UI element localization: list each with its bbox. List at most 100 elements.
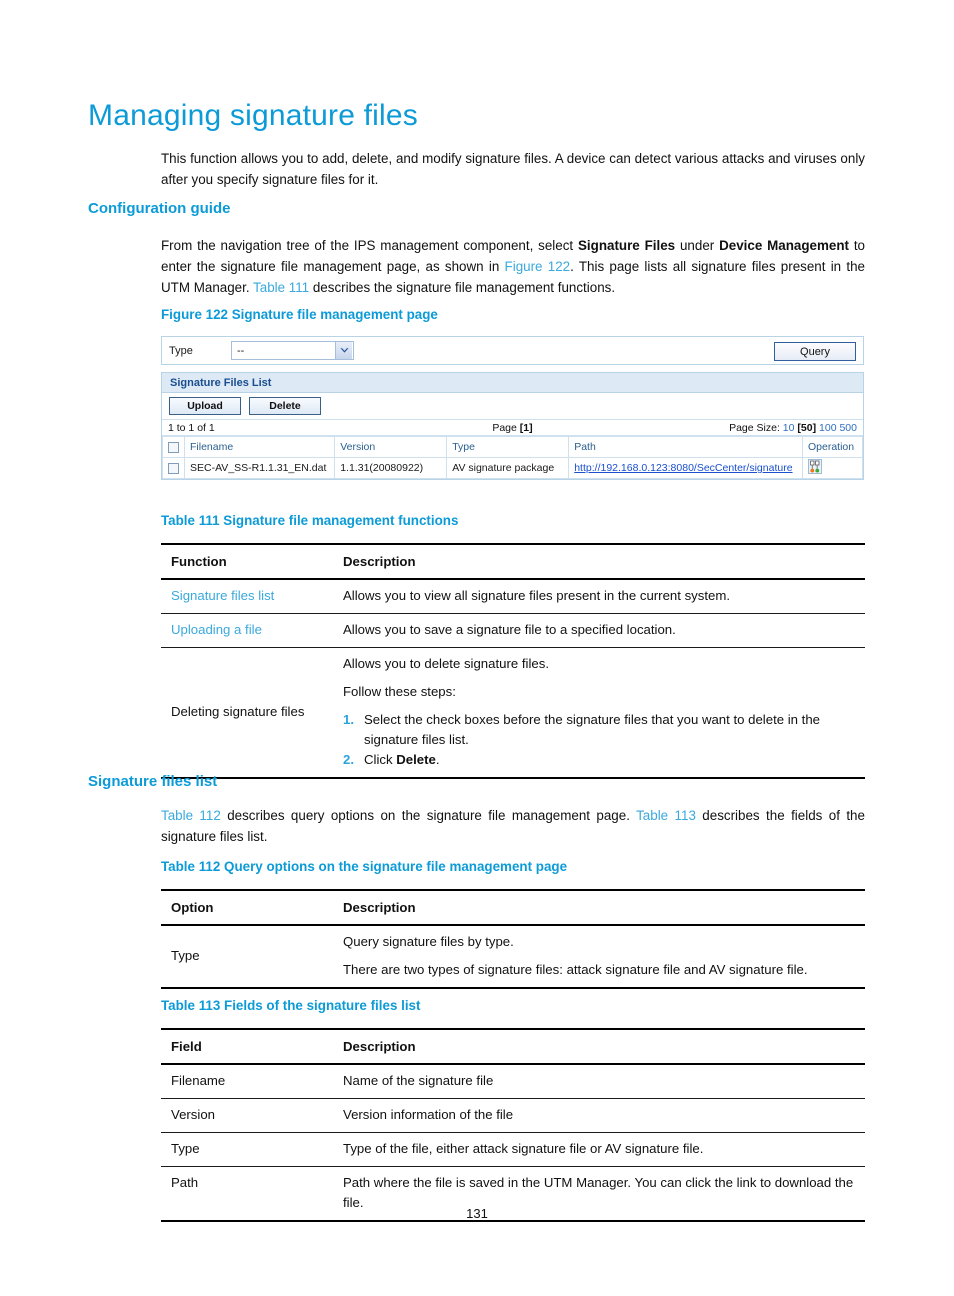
cell-description: Allows you to save a signature file to a… — [333, 613, 865, 648]
cell-function: Deleting signature files — [161, 647, 333, 779]
cross-ref-table-112[interactable]: Table 112 — [161, 808, 221, 823]
delete-steps-list: 1. Select the check boxes before the sig… — [343, 710, 861, 770]
cell-field: Version — [161, 1098, 333, 1133]
table-111-caption: Table 111 Signature file management func… — [161, 513, 459, 528]
page-size-100[interactable]: 100 — [819, 422, 837, 434]
step-number: 1. — [343, 712, 354, 727]
table-113-header-field: Field — [161, 1028, 333, 1065]
table-112-header-description: Description — [333, 889, 865, 926]
par-text: From the navigation tree of the IPS mana… — [161, 238, 578, 253]
pagination-bar: 1 to 1 of 1 Page [1] Page Size: 10 [50] … — [162, 419, 863, 436]
par-text: under — [675, 238, 720, 253]
option-desc-line2: There are two types of signature files: … — [343, 962, 808, 977]
cell-type: AV signature package — [446, 457, 570, 479]
query-button[interactable]: Query — [774, 342, 856, 361]
page-current[interactable]: [1] — [520, 422, 533, 434]
chevron-down-icon[interactable] — [335, 342, 352, 359]
table-113-caption: Table 113 Fields of the signature files … — [161, 998, 421, 1013]
step-text-after: . — [435, 752, 440, 767]
column-header-operation: Operation — [802, 436, 863, 458]
cell-description: Version information of the file — [333, 1098, 865, 1133]
cell-description: Name of the signature file — [333, 1064, 865, 1099]
table-111-header-row: Function Description — [161, 543, 865, 580]
section-heading-configuration-guide: Configuration guide — [88, 200, 231, 217]
select-all-header[interactable] — [162, 436, 185, 458]
table-row: Version Version information of the file — [161, 1098, 865, 1133]
par-text: describes query options on the signature… — [220, 808, 637, 823]
cell-description: Type of the file, either attack signatur… — [333, 1132, 865, 1167]
link-signature-files-list[interactable]: Signature files list — [171, 588, 274, 603]
signature-files-table: Filename Version Type Path Operation SEC… — [162, 436, 863, 479]
page-size-50-value: 50 — [800, 421, 813, 434]
type-select-value: -- — [237, 344, 245, 357]
step-item: 2. Click Delete. — [343, 750, 861, 770]
select-all-checkbox[interactable] — [168, 441, 179, 453]
page-size-50-current[interactable]: [50] — [797, 422, 816, 434]
upload-button[interactable]: Upload — [169, 397, 241, 415]
table-row: Filename Name of the signature file — [161, 1064, 865, 1099]
table-row: Type Type of the file, either attack sig… — [161, 1132, 865, 1167]
delete-button[interactable]: Delete — [249, 397, 321, 415]
cell-version: 1.1.31(20080922) — [334, 457, 448, 479]
option-desc-line1: Query signature files by type. — [343, 934, 514, 949]
bold-device-management: Device Management — [719, 238, 849, 253]
table-111: Function Description Signature files lis… — [161, 543, 865, 779]
document-page: Managing signature files This function a… — [0, 0, 954, 1296]
column-header-path[interactable]: Path — [568, 436, 803, 458]
table-112-caption: Table 112 Query options on the signature… — [161, 859, 568, 874]
table-113-header-description: Description — [333, 1028, 865, 1065]
table-row: Type Query signature files by type. Ther… — [161, 925, 865, 989]
table-row: Uploading a file Allows you to save a si… — [161, 613, 865, 648]
path-download-link[interactable]: http://192.168.0.123:8080/SecCenter/sign… — [574, 462, 792, 474]
step-text: Click Delete. — [364, 750, 440, 770]
row-checkbox[interactable] — [168, 462, 179, 474]
cell-field: Filename — [161, 1064, 333, 1099]
table-header-row: Filename Version Type Path Operation — [162, 436, 863, 458]
panel-title: Signature Files List — [162, 373, 863, 393]
configuration-guide-paragraph: From the navigation tree of the IPS mana… — [161, 235, 865, 298]
cross-ref-table-113[interactable]: Table 113 — [636, 808, 696, 823]
panel-toolbar: Upload Delete — [162, 393, 863, 419]
cell-description: Query signature files by type. There are… — [333, 925, 865, 989]
cross-ref-table-111[interactable]: Table 111 — [253, 280, 309, 295]
delete-desc-line2: Follow these steps: — [343, 684, 456, 699]
step-bold-delete: Delete — [396, 752, 436, 767]
page-size-500[interactable]: 500 — [839, 422, 857, 434]
intro-paragraph: This function allows you to add, delete,… — [161, 151, 865, 187]
section-heading-signature-files-list: Signature files list — [88, 773, 218, 790]
signature-files-list-panel: Signature Files List Upload Delete 1 to … — [161, 372, 864, 480]
column-header-type[interactable]: Type — [446, 436, 570, 458]
step-number: 2. — [343, 752, 354, 767]
page-size-10[interactable]: 10 — [783, 422, 795, 434]
cell-field: Type — [161, 1132, 333, 1167]
cross-ref-figure-122[interactable]: Figure 122 — [505, 259, 571, 274]
type-select[interactable]: -- — [231, 341, 354, 360]
cell-function: Signature files list — [161, 579, 333, 614]
par-text: describes the signature file management … — [309, 280, 616, 295]
table-113: Field Description Filename Name of the s… — [161, 1028, 865, 1222]
page-title: Managing signature files — [88, 99, 418, 132]
table-113-header-row: Field Description — [161, 1028, 865, 1065]
cell-description: Allows you to delete signature files. Fo… — [333, 647, 865, 779]
row-select-cell[interactable] — [162, 457, 185, 479]
table-row: Signature files list Allows you to view … — [161, 579, 865, 614]
query-bar: Type -- Query — [161, 336, 864, 365]
page-size-group: Page Size: 10 [50] 100 500 — [729, 422, 857, 434]
table-111-header-function: Function — [161, 543, 333, 580]
delete-scissors-icon[interactable] — [808, 459, 822, 477]
cell-filename: SEC-AV_SS-R1.1.31_EN.dat — [183, 457, 336, 479]
cell-operation — [802, 457, 863, 479]
table-112-header-row: Option Description — [161, 889, 865, 926]
table-112: Option Description Type Query signature … — [161, 889, 865, 989]
figure-122-screenshot: Type -- Query Signature Files List Uploa… — [161, 336, 864, 480]
cell-path: http://192.168.0.123:8080/SecCenter/sign… — [568, 457, 803, 479]
page-number: 131 — [466, 1206, 488, 1221]
column-header-version[interactable]: Version — [334, 436, 448, 458]
link-uploading-a-file[interactable]: Uploading a file — [171, 622, 262, 637]
figure-122-caption: Figure 122 Signature file management pag… — [161, 307, 438, 322]
column-header-filename[interactable]: Filename — [183, 436, 336, 458]
step-text-before: Click — [364, 752, 397, 767]
step-text: Select the check boxes before the signat… — [364, 712, 820, 747]
page-size-label: Page Size: — [729, 421, 780, 434]
table-111-header-description: Description — [333, 543, 865, 580]
